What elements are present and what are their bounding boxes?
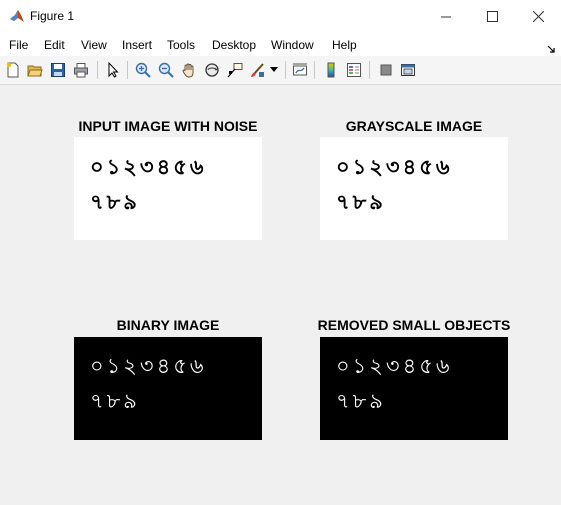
zoom-in-icon[interactable]: [133, 60, 153, 80]
rotate-3d-icon[interactable]: [202, 60, 222, 80]
maximize-icon: [486, 11, 498, 22]
grayscale-image-panel: ০১২৩৪৫৬ ৭৮৯: [320, 137, 508, 240]
image-digits-row2: ৭৮৯: [336, 190, 386, 214]
image-digits-row2: ৭৮৯: [90, 389, 140, 413]
figure-canvas: INPUT IMAGE WITH NOISE ০১২৩৪৫৬ ৭৮৯ GRAYS…: [0, 86, 561, 505]
axes-title-input-image: INPUT IMAGE WITH NOISE: [78, 118, 258, 134]
title-bar: Figure 1: [0, 0, 561, 33]
menu-view[interactable]: View: [81, 38, 107, 52]
menu-insert[interactable]: Insert: [122, 38, 152, 52]
insert-colorbar-icon[interactable]: [321, 60, 341, 80]
image-digits-row1: ০১২৩৪৫৬: [336, 155, 453, 179]
print-icon[interactable]: [71, 60, 91, 80]
input-image-panel: ০১২৩৪৫৬ ৭৮৯: [74, 137, 262, 240]
image-digits-row2: ৭৮৯: [336, 389, 386, 413]
removed-small-objects-panel: ০১২৩৪৫৬ ৭৮৯: [320, 337, 508, 440]
menu-edit[interactable]: Edit: [44, 38, 65, 52]
menu-desktop[interactable]: Desktop: [212, 38, 256, 52]
axes-title-grayscale-image: GRAYSCALE IMAGE: [345, 118, 483, 134]
minimize-icon: [441, 16, 451, 17]
open-file-icon[interactable]: [25, 60, 45, 80]
toolbar-separator: [369, 61, 370, 79]
menu-window[interactable]: Window: [271, 38, 314, 52]
window-title: Figure 1: [30, 9, 75, 23]
toolbar-separator: [97, 61, 98, 79]
menu-help[interactable]: Help: [332, 38, 357, 52]
show-plot-tools-icon[interactable]: [398, 60, 418, 80]
link-plot-icon[interactable]: [290, 60, 310, 80]
axes-title-binary-image: BINARY IMAGE: [116, 317, 220, 333]
image-digits-row1: ০১২৩৪৫৬: [90, 354, 207, 378]
menu-bar: File Edit View Insert Tools Desktop Wind…: [0, 33, 561, 56]
menu-file[interactable]: File: [9, 38, 28, 52]
maximize-button[interactable]: [469, 0, 515, 33]
minimize-button[interactable]: [423, 0, 469, 33]
new-figure-icon[interactable]: [3, 60, 23, 80]
image-digits-row2: ৭৮৯: [90, 190, 140, 214]
insert-legend-icon[interactable]: [344, 60, 364, 80]
toolbar-separator: [285, 61, 286, 79]
toolbar-separator: [314, 61, 315, 79]
toolbar-separator: [127, 61, 128, 79]
menu-tools[interactable]: Tools: [167, 38, 195, 52]
save-icon[interactable]: [48, 60, 68, 80]
pan-hand-icon[interactable]: [179, 60, 199, 80]
figure-toolbar: [0, 56, 561, 85]
brush-dropdown-icon[interactable]: [268, 60, 280, 80]
image-digits-row1: ০১২৩৪৫৬: [90, 155, 207, 179]
image-digits-row1: ০১২৩৪৫৬: [336, 354, 453, 378]
zoom-out-icon[interactable]: [156, 60, 176, 80]
binary-image-panel: ০১২৩৪৫৬ ৭৮৯: [74, 337, 262, 440]
axes-title-removed-small-objects: REMOVED SMALL OBJECTS: [317, 317, 511, 333]
edit-plot-arrow-icon[interactable]: [103, 60, 123, 80]
hide-plot-tools-icon[interactable]: [376, 60, 396, 80]
close-icon: [532, 11, 544, 22]
matlab-logo-icon: [9, 9, 25, 25]
close-button[interactable]: [515, 0, 561, 33]
brush-icon[interactable]: [248, 60, 268, 80]
data-cursor-icon[interactable]: [225, 60, 245, 80]
